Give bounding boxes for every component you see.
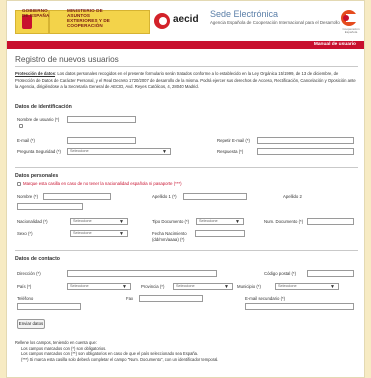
repeat-email-label: Repetir E-mail (*) bbox=[217, 138, 250, 143]
dropdown-arrow-icon: ▼ bbox=[330, 284, 335, 290]
doc-type-label: Tipo Documento (*) bbox=[152, 219, 190, 224]
surname1-input[interactable] bbox=[183, 193, 247, 200]
name-input[interactable] bbox=[43, 193, 111, 200]
municipality-label: Municipio (*) bbox=[237, 284, 261, 289]
aecid-brand: aecid bbox=[173, 14, 199, 25]
sede-subtitle: Agencia Española de Cooperación Internac… bbox=[210, 20, 340, 25]
dropdown-arrow-icon: ▼ bbox=[119, 219, 124, 225]
divider bbox=[15, 250, 358, 251]
username-label: Nombre de usuario (*) bbox=[17, 117, 60, 122]
legal-text: Protección de datos: Los datos personale… bbox=[15, 71, 358, 91]
privacy-link[interactable]: Protección de datos bbox=[15, 71, 55, 76]
dropdown-arrow-icon: ▼ bbox=[224, 284, 229, 290]
province-select[interactable]: Seleccione ▼ bbox=[173, 283, 233, 290]
email-input[interactable] bbox=[67, 137, 136, 144]
cooperacion-logo-icon bbox=[341, 10, 357, 26]
birthdate-input[interactable] bbox=[195, 230, 245, 237]
security-question-label: Pregunta Seguridad (*) bbox=[17, 149, 61, 154]
phone-label: Teléfono bbox=[17, 296, 34, 301]
foreign-nationality-label: Marque esta casilla en caso de no tener … bbox=[23, 181, 182, 186]
address-input[interactable] bbox=[67, 270, 217, 277]
section-identificacion: Datos de identificación bbox=[15, 104, 72, 110]
birthdate-label: Fecha Nacimiento bbox=[152, 231, 187, 236]
dropdown-arrow-icon: ▼ bbox=[162, 149, 167, 155]
fax-input[interactable] bbox=[139, 295, 203, 302]
province-label: Provincia (*) bbox=[141, 284, 165, 289]
phone-input[interactable] bbox=[17, 303, 81, 310]
cooperacion-label: Cooperación Española bbox=[342, 27, 360, 35]
doc-number-input[interactable] bbox=[307, 218, 354, 225]
secondary-email-label: E-mail secundario (*) bbox=[245, 296, 286, 301]
page-title: Registro de nuevos usuarios bbox=[15, 55, 119, 64]
dropdown-arrow-icon: ▼ bbox=[119, 231, 124, 237]
header: GOBIERNO DE ESPAÑA MINISTERIO DE ASUNTOS… bbox=[7, 1, 364, 41]
email-label: E-mail (*) bbox=[17, 138, 35, 143]
ministry-label: MINISTERIO DE ASUNTOS EXTERIORES Y DE CO… bbox=[67, 8, 110, 28]
nationality-label: Nacionalidad (*) bbox=[17, 219, 48, 224]
birthdate-format: (dd/mm/aaaa) (*) bbox=[152, 237, 185, 242]
answer-input[interactable] bbox=[257, 148, 354, 155]
submit-button[interactable]: Enviar datos bbox=[17, 319, 45, 329]
security-question-select[interactable]: Seleccione ▼ bbox=[67, 148, 171, 155]
repeat-email-input[interactable] bbox=[257, 137, 354, 144]
nationality-select[interactable]: Seleccione ▼ bbox=[70, 218, 128, 225]
nav-bar bbox=[7, 41, 364, 49]
country-value: Seleccione bbox=[70, 284, 89, 288]
municipality-select[interactable]: Seleccione ▼ bbox=[275, 283, 339, 290]
gov-label: GOBIERNO DE ESPAÑA bbox=[22, 8, 50, 18]
secondary-email-input[interactable] bbox=[245, 303, 354, 310]
security-question-value: Seleccione bbox=[70, 149, 89, 153]
municipality-value: Seleccione bbox=[278, 284, 297, 288]
aecid-logo-icon bbox=[154, 13, 170, 29]
doc-type-select[interactable]: Seleccione ▼ bbox=[196, 218, 244, 225]
country-label: País (*) bbox=[17, 284, 32, 289]
surname2-label: Apellido 2 bbox=[283, 194, 302, 199]
postal-code-label: Código postal (*) bbox=[264, 271, 297, 276]
sex-label: Sexo (*) bbox=[17, 231, 33, 236]
username-input[interactable] bbox=[67, 116, 136, 123]
legal-body: : Los datos personales recogidos en el p… bbox=[15, 71, 356, 90]
section-contacto: Datos de contacto bbox=[15, 256, 60, 262]
dropdown-arrow-icon: ▼ bbox=[122, 284, 127, 290]
username-marker bbox=[19, 124, 23, 128]
surname2-input[interactable] bbox=[17, 203, 83, 210]
surname1-label: Apellido 1 (*) bbox=[152, 194, 177, 199]
sex-value: Seleccione bbox=[73, 231, 92, 235]
divider bbox=[15, 66, 358, 67]
divider bbox=[15, 167, 358, 168]
dropdown-arrow-icon: ▼ bbox=[235, 219, 240, 225]
fax-label: Fax bbox=[126, 296, 134, 301]
section-personales: Datos personales bbox=[15, 173, 59, 179]
foreign-nationality-checkbox[interactable] bbox=[17, 182, 21, 186]
answer-label: Respuesta (*) bbox=[217, 149, 244, 154]
province-value: Seleccione bbox=[176, 284, 195, 288]
sede-title[interactable]: Sede Electrónica bbox=[210, 9, 278, 19]
sex-select[interactable]: Seleccione ▼ bbox=[70, 230, 128, 237]
note-temporary-id: (***) Si marca esta casilla solo deberá … bbox=[21, 356, 219, 362]
doc-number-label: Num. Documento (*) bbox=[264, 219, 304, 224]
main-card: GOBIERNO DE ESPAÑA MINISTERIO DE ASUNTOS… bbox=[6, 0, 365, 378]
doc-type-value: Seleccione bbox=[199, 219, 218, 223]
nationality-value: Seleccione bbox=[73, 219, 92, 223]
manual-link[interactable]: Manual de usuario bbox=[314, 42, 356, 47]
country-select[interactable]: Seleccione ▼ bbox=[67, 283, 131, 290]
address-label: Dirección (*) bbox=[17, 271, 41, 276]
notes: Rellene los campos, teniendo en cuenta q… bbox=[15, 340, 358, 362]
postal-code-input[interactable] bbox=[307, 270, 354, 277]
name-label: Nombre (*) bbox=[17, 194, 39, 199]
